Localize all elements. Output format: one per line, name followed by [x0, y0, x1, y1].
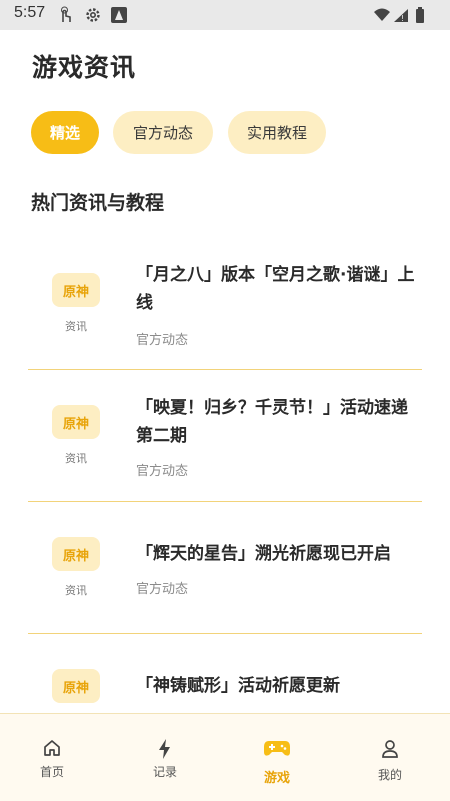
system-icons: !: [372, 6, 432, 28]
article-title: 「月之八」版本「空月之歌·谐谜」上线: [136, 265, 415, 313]
article-type: 资讯: [65, 320, 87, 333]
game-tag: 原神: [52, 537, 100, 571]
article-card[interactable]: 原神 资讯 「映夏！归乡？千灵节！」活动速递第二期 官方动态: [28, 384, 422, 502]
article-source: 官方动态: [136, 582, 189, 597]
game-tag: 原神: [52, 669, 100, 703]
article-title: 「神铸赋形」活动祈愿更新: [136, 676, 340, 696]
nav-profile[interactable]: 我的: [350, 714, 430, 801]
wifi-icon: [374, 8, 390, 21]
article-source: 官方动态: [136, 464, 189, 479]
nav-home[interactable]: 首页: [12, 714, 92, 801]
article-source: 官方动态: [136, 333, 189, 348]
battery-icon: [416, 9, 424, 23]
divider: [28, 501, 422, 502]
gear-icon: [84, 6, 102, 28]
nav-records-label: 记录: [152, 765, 177, 779]
person-icon: [350, 738, 430, 760]
home-icon: [12, 738, 92, 760]
game-tag: 原神: [52, 273, 100, 307]
status-bar: 5:57 !: [0, 0, 450, 30]
svg-text:!: !: [401, 14, 404, 23]
article-title: 「辉天的星告」溯光祈愿现已开启: [136, 544, 391, 564]
article-card[interactable]: 原神 资讯 「月之八」版本「空月之歌·谐谜」上线 官方动态: [28, 252, 422, 370]
nav-games[interactable]: 游戏: [237, 714, 317, 801]
article-type: 资讯: [65, 452, 87, 465]
article-card[interactable]: 原神 资讯 「辉天的星告」溯光祈愿现已开启 官方动态: [28, 516, 422, 634]
divider: [28, 369, 422, 370]
nav-games-label: 游戏: [263, 771, 290, 786]
status-time: 5:57: [14, 4, 46, 21]
bolt-icon: [125, 738, 205, 760]
page-title: 游戏资讯: [32, 53, 137, 82]
article-title: 「映夏！归乡？千灵节！」活动速递第二期: [136, 398, 408, 446]
nav-records[interactable]: 记录: [125, 714, 205, 801]
tab-tutorials[interactable]: 实用教程: [228, 111, 326, 154]
nav-profile-label: 我的: [377, 768, 402, 782]
section-title: 热门资讯与教程: [31, 192, 165, 214]
divider: [28, 633, 422, 634]
tab-featured[interactable]: 精选: [31, 111, 99, 154]
nav-home-label: 首页: [39, 765, 64, 779]
game-tag: 原神: [52, 405, 100, 439]
app-notification-icon: [110, 6, 128, 28]
tab-official-news[interactable]: 官方动态: [113, 111, 213, 154]
bottom-nav: 首页 记录 游戏 我的: [0, 713, 450, 801]
article-type: 资讯: [65, 584, 87, 597]
gamepad-icon: [237, 738, 317, 760]
touch-icon: [56, 6, 74, 28]
